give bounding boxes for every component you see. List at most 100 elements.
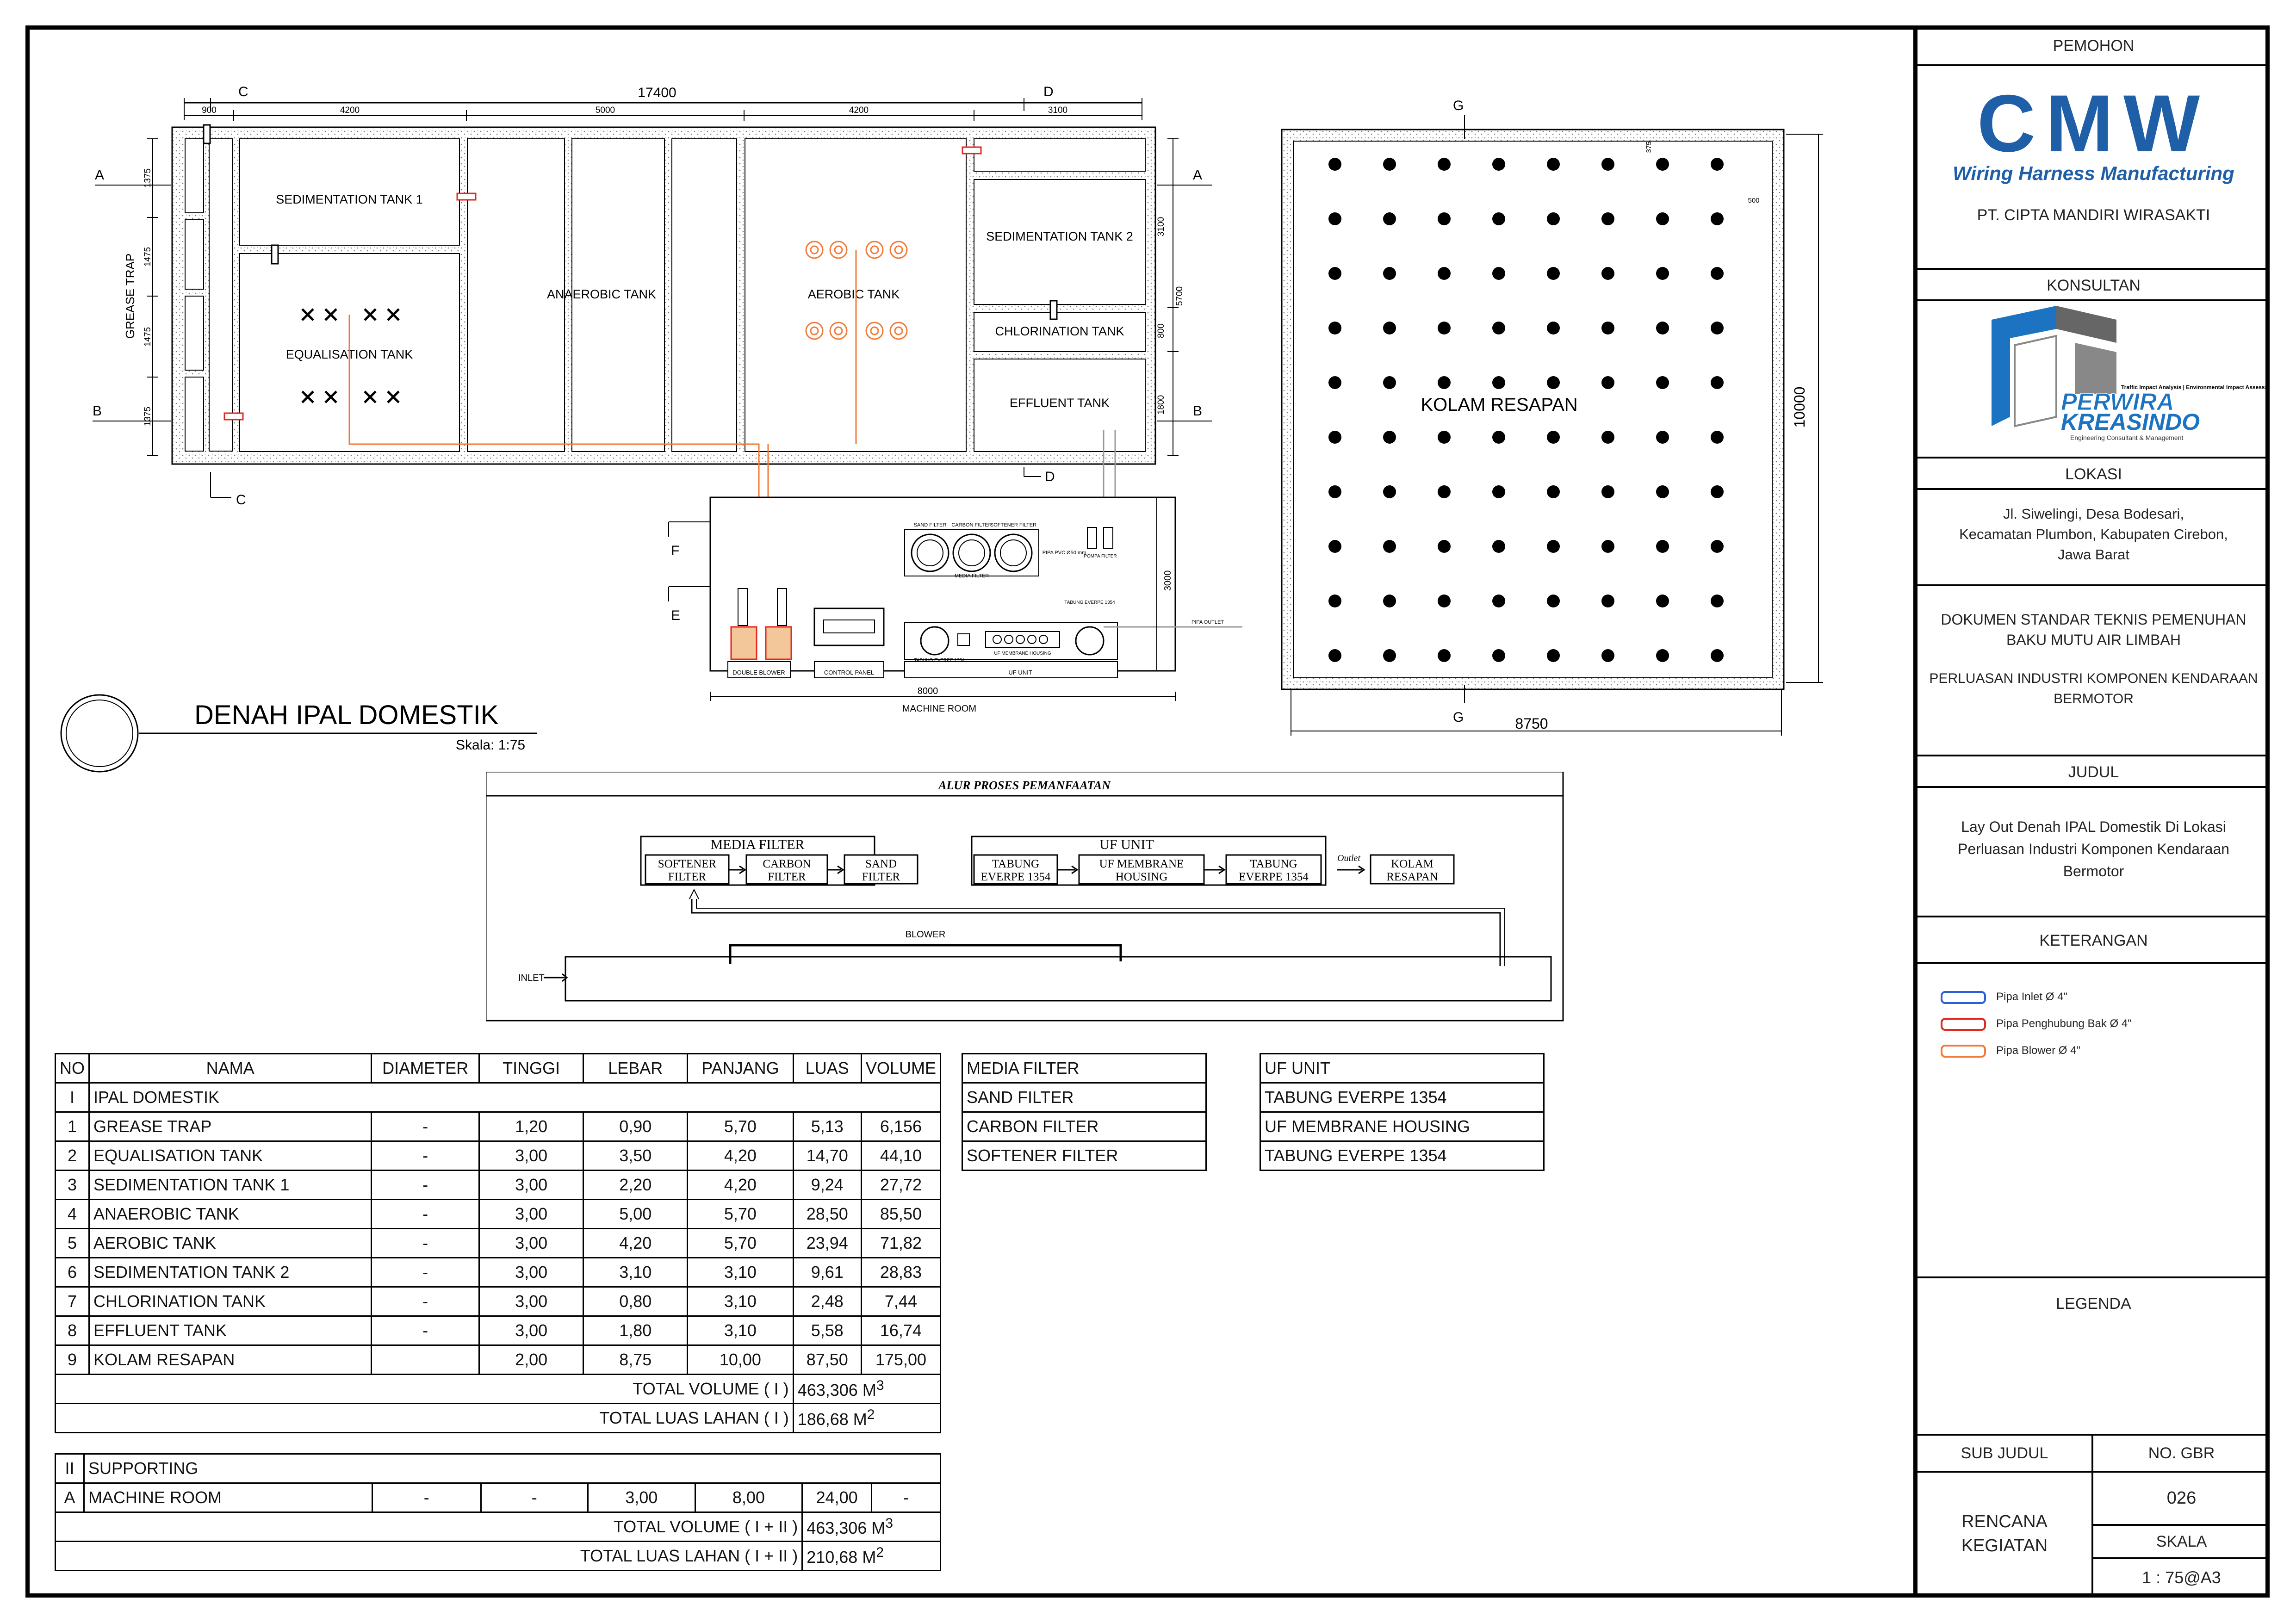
kolam-dot — [1711, 376, 1724, 389]
kolam-dot — [1656, 376, 1669, 389]
table-row: 3 SEDIMENTATION TANK 1-3,00 2,20 4,20 9,24 27… — [55, 1170, 942, 1200]
cell-nama: EQUALISATION TANK — [88, 1140, 372, 1171]
table-row: 4 ANAEROBIC TANK -3,00 5,00 5,70 28,50 85,50 — [55, 1199, 942, 1229]
uf-unit-item: UF MEMBRANE HOUSING — [1260, 1111, 1545, 1142]
kolam-dot — [1328, 540, 1341, 553]
flow-kolam-label: KOLAM — [1391, 858, 1433, 870]
sedimentation-2-label: SEDIMENTATION TANK 2 — [986, 229, 1133, 243]
judul-line: Bermotor — [2063, 863, 2124, 880]
supporting-table: II SUPPORTING A MACHINE ROOM - -3,00 8,00 24,… — [54, 1453, 942, 1571]
no-gbr-cell: NO. GBR — [2093, 1436, 2270, 1473]
kolam-dot — [1492, 649, 1505, 662]
left-dim-2: 1475 — [143, 247, 153, 266]
total-row: TOTAL LUAS LAHAN ( I ) 186,68 M2 — [55, 1403, 942, 1433]
skala-value-cell: 1 : 75@A3 — [2093, 1559, 2270, 1598]
cell-nama: GREASE TRAP — [88, 1111, 372, 1142]
kolam-dot — [1492, 212, 1505, 225]
kolam-dot — [1383, 649, 1396, 662]
judul-label: JUDUL — [2068, 763, 2119, 781]
cell-lebar: 3,00 — [587, 1482, 696, 1513]
total-label: TOTAL LUAS LAHAN ( I ) — [55, 1403, 794, 1433]
table-row: 2 EQUALISATION TANK -3,00 3,50 4,20 14,70 44,1… — [55, 1140, 942, 1171]
kolam-dot — [1438, 158, 1451, 171]
kolam-dot — [1601, 595, 1614, 607]
cell-panjang: 3,10 — [687, 1315, 794, 1346]
col-diameter: DIAMETER — [371, 1053, 480, 1084]
kolam-dot — [1656, 158, 1669, 171]
cell-volume: 28,83 — [860, 1257, 942, 1288]
cell-volume: 7,44 — [860, 1286, 942, 1317]
cell-diameter: - — [372, 1482, 482, 1513]
section-f: F — [671, 543, 679, 558]
cell-nama: MACHINE ROOM — [83, 1482, 373, 1513]
cell-volume: 27,72 — [860, 1170, 942, 1200]
left-dim-3: 1475 — [143, 327, 153, 347]
kolam-dot — [1656, 322, 1669, 335]
table-row: 9 KOLAM RESAPAN 2,00 8,75 10,00 87,50 175,00 — [55, 1344, 942, 1375]
cell-no: 8 — [55, 1315, 90, 1346]
judul-area: Lay Out Denah IPAL Domestik Di Lokasi Pe… — [1917, 788, 2270, 917]
kolam-dot — [1328, 158, 1341, 171]
total-value: 463,306 M3 — [792, 1374, 942, 1404]
keterangan-header: KETERANGAN — [1917, 917, 2270, 964]
cell-panjang: 3,10 — [687, 1286, 794, 1317]
section-no: I — [55, 1082, 90, 1113]
judul-line: Lay Out Denah IPAL Domestik Di Lokasi — [1961, 818, 2226, 835]
kolam-dot — [1492, 267, 1505, 280]
uf-membrane-small-label: UF MEMBRANE HOUSING — [994, 651, 1051, 656]
kolam-dot — [1492, 322, 1505, 335]
grease-trap-label: GREASE TRAP — [123, 254, 137, 339]
cell-diameter: - — [371, 1228, 480, 1258]
cell-diameter: - — [371, 1111, 480, 1142]
cell-nama: AEROBIC TANK — [88, 1228, 372, 1258]
kolam-dot — [1547, 540, 1560, 553]
cell-tinggi: 3,00 — [478, 1315, 584, 1346]
col-tinggi: TINGGI — [478, 1053, 584, 1084]
flow-outlet-label: Outlet — [1337, 853, 1360, 863]
pipa-outlet-label: PIPA OUTLET — [1191, 619, 1224, 625]
section-c-bottom: C — [236, 492, 246, 508]
total-label: TOTAL LUAS LAHAN ( I + II ) — [54, 1541, 803, 1571]
kolam-dot — [1711, 540, 1724, 553]
col-luas: LUAS — [792, 1053, 862, 1084]
keterangan-area: Pipa Inlet Ø 4" Pipa Penghubung Bak Ø 4"… — [1917, 964, 2270, 1278]
kolam-dot — [1601, 322, 1614, 335]
cell-panjang: 4,20 — [687, 1140, 794, 1171]
kolam-dot — [1547, 376, 1560, 389]
kolam-dot — [1438, 322, 1451, 335]
cell-luas: 28,50 — [792, 1199, 862, 1229]
section-e: E — [671, 608, 680, 623]
section-name: IPAL DOMESTIK — [88, 1082, 941, 1113]
kolam-dot — [1438, 540, 1451, 553]
media-filter-item: CARBON FILTER — [962, 1111, 1207, 1142]
flow-uf-unit-label: UF UNIT — [1099, 837, 1154, 852]
cell-no: 9 — [55, 1344, 90, 1375]
section-name: SUPPORTING — [83, 1453, 942, 1484]
table-body-ipal: 1 GREASE TRAP -1,20 0,90 5,70 5,13 6,156 2 EQUAL… — [55, 1111, 942, 1375]
kolam-dot — [1492, 540, 1505, 553]
pipe-pvc-label: PIPA PVC Ø50 mm — [1043, 550, 1086, 556]
section-no: II — [55, 1453, 85, 1484]
kolam-dot — [1656, 267, 1669, 280]
flow-carbon-label: CARBON — [763, 858, 811, 870]
pipe-blower-icon — [1941, 1044, 1986, 1058]
perluasan-line: PERLUASAN INDUSTRI KOMPONEN KENDARAAN — [1929, 671, 2258, 686]
cell-tinggi: 3,00 — [478, 1286, 584, 1317]
cell-lebar: 3,50 — [583, 1140, 689, 1171]
dokumen-area: DOKUMEN STANDAR TEKNIS PEMENUHAN BAKU MU… — [1917, 586, 2270, 756]
machine-room-label: MACHINE ROOM — [902, 704, 976, 714]
kolam-dot — [1492, 431, 1505, 444]
lokasi-area: Jl. Siwelingi, Desa Bodesari, Kecamatan … — [1917, 490, 2270, 586]
total-value: 210,68 M2 — [801, 1541, 941, 1571]
sedimentation-1-label: SEDIMENTATION TANK 1 — [276, 192, 423, 206]
media-filter-small-label: MEDIA FILTER — [955, 573, 989, 579]
kolam-dot — [1383, 212, 1396, 225]
lokasi-line: Jl. Siwelingi, Desa Bodesari, — [2003, 506, 2184, 522]
pipe-legend-penghubung: Pipa Penghubung Bak Ø 4" — [1941, 1017, 2132, 1031]
skala-cell: SKALA — [2093, 1526, 2270, 1559]
uf-unit-label: UF UNIT — [1008, 669, 1032, 676]
cell-luas: 23,94 — [792, 1228, 862, 1258]
kolam-dot — [1328, 376, 1341, 389]
section-a-right: A — [1193, 167, 1202, 183]
pipe-legend-inlet: Pipa Inlet Ø 4" — [1941, 991, 2067, 1004]
